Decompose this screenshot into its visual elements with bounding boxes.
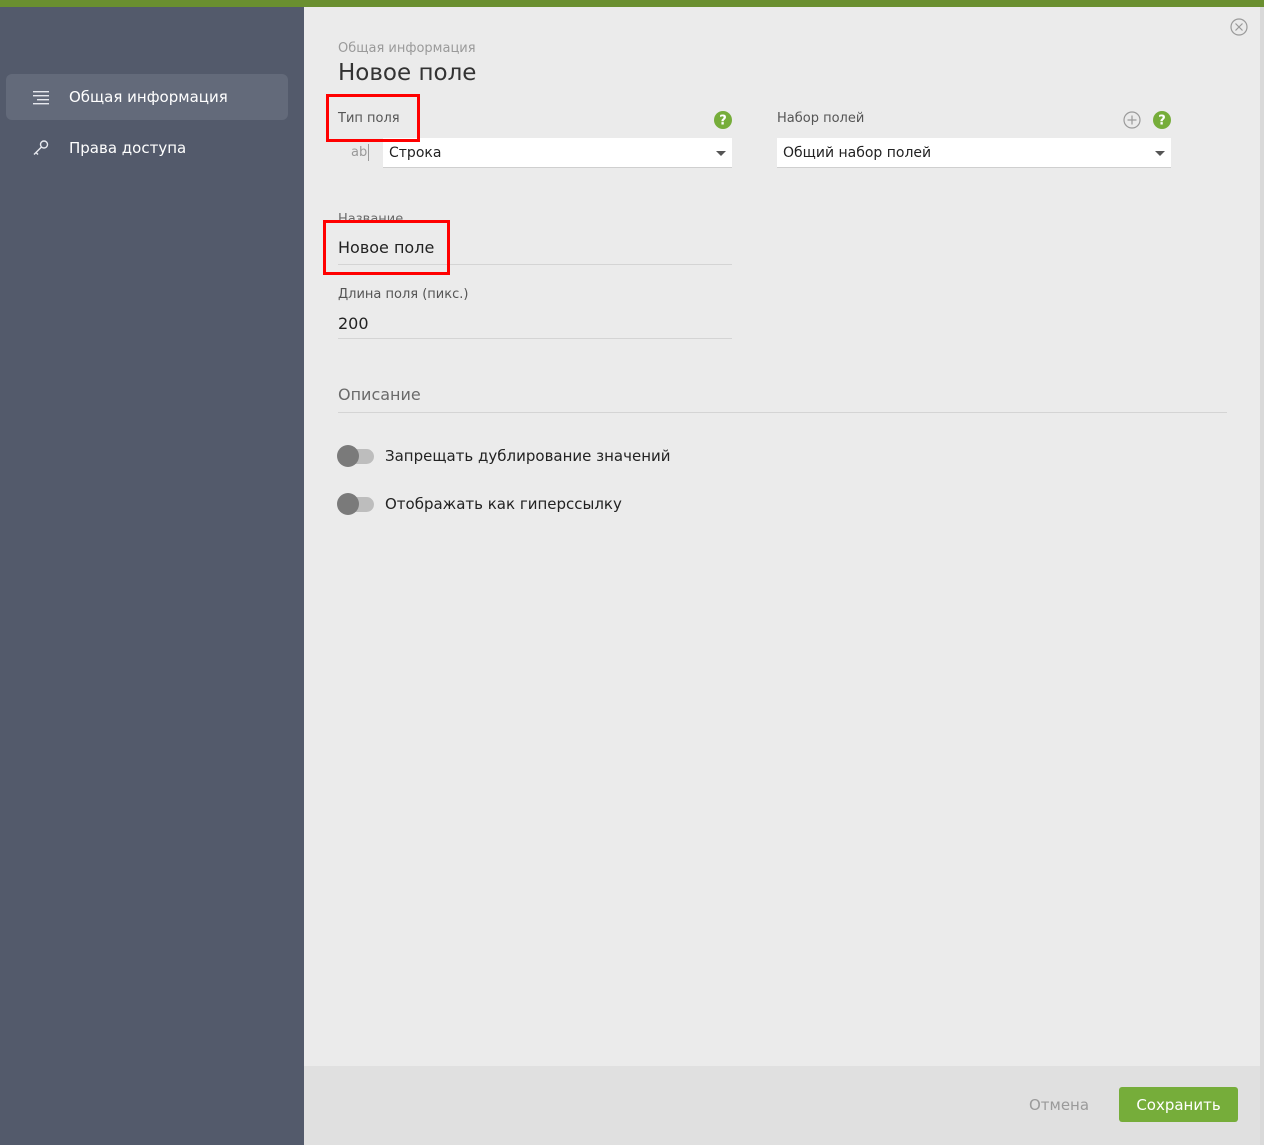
toggle-hyperlink-label: Отображать как гиперссылку	[385, 495, 622, 513]
help-icon[interactable]: ?	[714, 111, 732, 129]
sidebar: Общая информация Права доступа	[0, 7, 304, 1145]
cancel-button[interactable]: Отмена	[1016, 1087, 1102, 1122]
list-icon	[33, 91, 49, 105]
highlight-box-field-type	[326, 94, 420, 142]
toggle-knob	[337, 493, 359, 515]
save-button[interactable]: Сохранить	[1119, 1087, 1238, 1122]
field-set-select[interactable]: Общий набор полей	[777, 138, 1171, 168]
close-icon[interactable]	[1230, 18, 1248, 36]
length-value: 200	[338, 314, 369, 333]
sidebar-item-label: Общая информация	[69, 88, 228, 106]
divider	[338, 412, 1227, 413]
window-edge	[1260, 7, 1264, 1145]
toggle-no-duplicates-label: Запрещать дублирование значений	[385, 447, 671, 465]
sidebar-item-label: Права доступа	[69, 139, 187, 157]
field-type-select[interactable]: Строка	[383, 138, 732, 168]
chevron-down-icon	[716, 151, 726, 156]
field-type-prefix-divider	[368, 144, 369, 161]
footer	[304, 1066, 1260, 1145]
toggle-knob	[337, 445, 359, 467]
field-type-prefix: ab	[351, 145, 368, 160]
highlight-box-name	[323, 220, 450, 275]
key-icon	[33, 140, 49, 155]
main-panel	[304, 7, 1260, 1145]
description-title[interactable]: Описание	[338, 385, 421, 404]
sidebar-item-general-info[interactable]: Общая информация	[6, 74, 288, 120]
field-type-value: Строка	[389, 145, 442, 161]
breadcrumb: Общая информация	[338, 41, 476, 56]
toggle-hyperlink[interactable]	[337, 493, 374, 515]
length-input[interactable]: 200	[338, 306, 732, 339]
toggle-no-duplicates[interactable]	[337, 445, 374, 467]
svg-text:?: ?	[719, 114, 727, 129]
page-title: Новое поле	[338, 60, 477, 86]
field-set-label: Набор полей	[777, 111, 865, 126]
field-set-value: Общий набор полей	[783, 145, 932, 161]
add-icon[interactable]	[1123, 111, 1141, 129]
svg-text:?: ?	[1158, 114, 1166, 129]
top-accent-bar	[0, 0, 1264, 7]
help-icon[interactable]: ?	[1153, 111, 1171, 129]
sidebar-item-access-rights[interactable]: Права доступа	[6, 125, 288, 171]
chevron-down-icon	[1155, 151, 1165, 156]
length-label: Длина поля (пикс.)	[338, 287, 469, 302]
